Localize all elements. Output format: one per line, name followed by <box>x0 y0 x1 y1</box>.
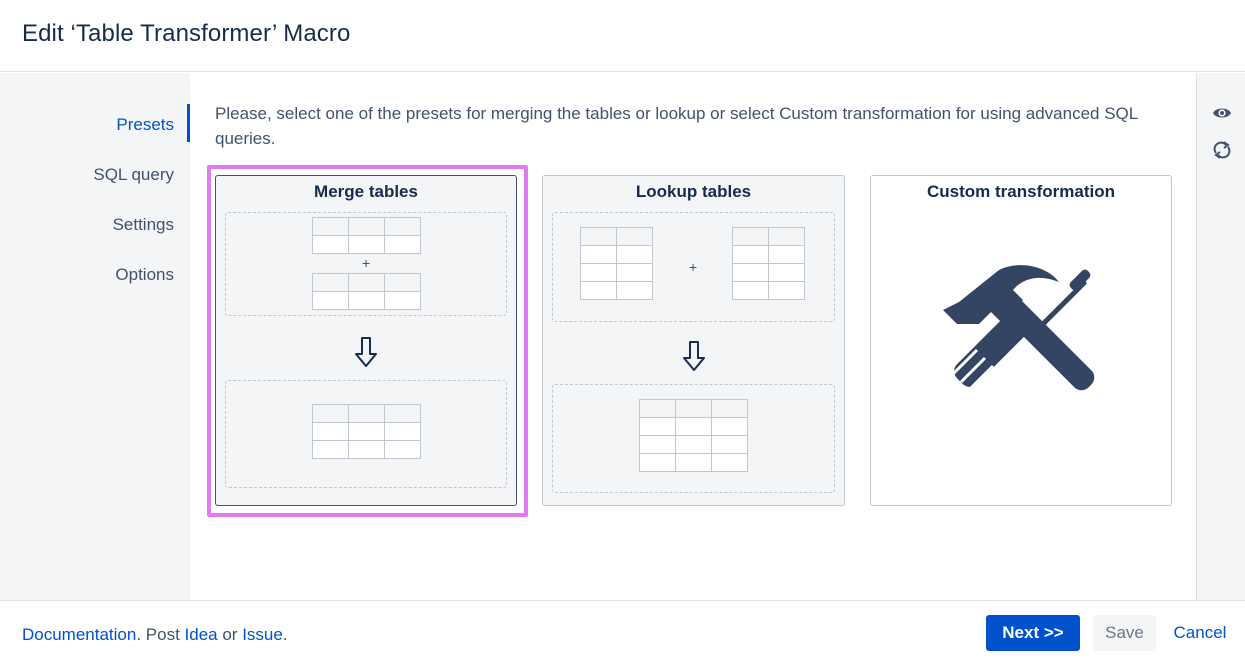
presets-intro-text: Please, select one of the presets for me… <box>215 104 1138 148</box>
arrow-down-icon <box>683 341 705 371</box>
table-illustration <box>312 404 421 459</box>
sidebar-nav: Presets SQL query Settings Options <box>0 73 190 600</box>
sidebar-item-sql-query[interactable]: SQL query <box>93 165 174 185</box>
table-illustration <box>732 227 805 300</box>
table-illustration <box>312 273 421 310</box>
or-text: or <box>217 625 243 644</box>
preset-title: Merge tables <box>314 182 418 201</box>
sidebar-item-options[interactable]: Options <box>115 265 174 285</box>
presets-panel: Please, select one of the presets for me… <box>190 73 1196 600</box>
dialog-title: Edit ‘Table Transformer’ Macro <box>22 20 351 47</box>
idea-link[interactable]: Idea <box>185 625 218 644</box>
output-table-area <box>225 380 507 488</box>
post-text: . Post <box>136 625 185 644</box>
arrow-down-icon <box>355 337 377 367</box>
save-button[interactable]: Save <box>1093 615 1156 651</box>
preset-title: Lookup tables <box>635 182 752 201</box>
sidebar-item-presets[interactable]: Presets <box>116 115 174 135</box>
table-illustration <box>312 217 421 254</box>
plus-sign: + <box>362 255 371 271</box>
table-illustration <box>580 227 653 300</box>
help-links: Documentation. Post Idea or Issue. <box>22 625 288 645</box>
next-button[interactable]: Next >> <box>986 615 1080 651</box>
input-tables-area: + <box>552 212 835 322</box>
end-text: . <box>282 625 288 644</box>
eye-icon[interactable] <box>1211 102 1233 124</box>
dialog-header: Edit ‘Table Transformer’ Macro <box>0 0 1245 72</box>
dialog-footer: Documentation. Post Idea or Issue. Next … <box>0 600 1245 660</box>
preset-merge-tables[interactable]: Merge tables + <box>215 175 517 506</box>
plus-sign: + <box>689 259 698 275</box>
cancel-button[interactable]: Cancel <box>1160 615 1240 651</box>
sidebar-item-settings[interactable]: Settings <box>113 215 174 235</box>
input-tables-area: + <box>225 212 507 316</box>
documentation-link[interactable]: Documentation <box>22 625 136 644</box>
preset-lookup-tables[interactable]: Lookup tables + <box>542 175 845 506</box>
refresh-icon[interactable] <box>1211 139 1233 161</box>
preset-custom-transformation[interactable]: Custom transformation <box>870 175 1172 506</box>
output-table-area <box>552 384 835 493</box>
preset-title: Custom transformation <box>927 182 1115 201</box>
preview-toolbar <box>1196 73 1245 600</box>
issue-link[interactable]: Issue <box>242 625 283 644</box>
hammer-screwdriver-icon <box>943 265 1095 392</box>
table-illustration <box>639 399 748 472</box>
